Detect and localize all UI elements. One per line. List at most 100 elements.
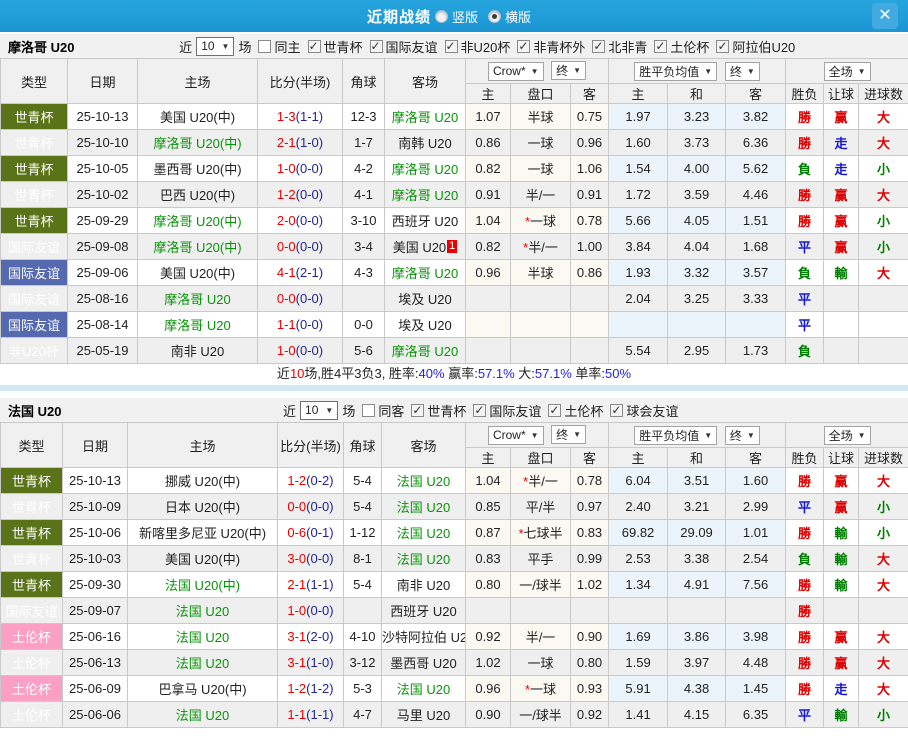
match-type-cell: 世青杯	[1, 104, 68, 130]
crow-home-odds-cell: 1.02	[466, 650, 511, 676]
col-avg-away: 客	[726, 84, 786, 104]
away-team-name: 摩洛哥 U20	[392, 266, 458, 281]
recent-count-select[interactable]: 10▼	[300, 401, 338, 420]
league-label: 非U20杯	[461, 37, 511, 56]
match-date-cell: 25-08-16	[68, 286, 138, 312]
crow-final-select[interactable]: 终▼	[551, 425, 586, 444]
home-team-name: 墨西哥 U20(中)	[153, 162, 241, 177]
col-type: 类型	[1, 59, 68, 104]
avg-draw-cell: 3.21	[668, 494, 726, 520]
league-checkbox[interactable]	[548, 404, 561, 417]
avg-source-select[interactable]: 胜平负均值▼	[634, 62, 717, 81]
same-venue-checkbox[interactable]	[362, 404, 375, 417]
col-avg-home: 主	[609, 448, 668, 468]
handicap-cell	[511, 598, 571, 624]
crow-source-select[interactable]: Crow*▼	[488, 426, 544, 445]
crow-final-select[interactable]: 终▼	[551, 61, 586, 80]
match-row: 世青杯25-10-06新喀里多尼亚 U20(中)0-6(0-1)1-12法国 U…	[1, 520, 908, 546]
league-checkbox[interactable]	[716, 40, 729, 53]
league-checkbox[interactable]	[473, 404, 486, 417]
avg-final-select[interactable]: 终▼	[725, 426, 760, 445]
match-date-cell: 25-10-09	[63, 494, 128, 520]
crow-away-odds-cell: 1.00	[571, 234, 609, 260]
layout-radio[interactable]	[435, 10, 448, 23]
match-date-cell: 25-09-29	[68, 208, 138, 234]
handicap-cell: 一/球半	[511, 572, 571, 598]
chevron-down-icon: ▼	[573, 66, 581, 75]
crow-odds-group: Crow*▼ 终▼	[466, 423, 609, 448]
avg-final-select[interactable]: 终▼	[725, 62, 760, 81]
handicap-result-cell: 輸	[824, 260, 859, 286]
league-checkbox[interactable]	[610, 404, 623, 417]
match-row: 世青杯25-10-09日本 U20(中)0-0(0-0)5-4法国 U200.8…	[1, 494, 908, 520]
crow-home-odds-cell: 0.87	[466, 520, 511, 546]
away-team-cell: 摩洛哥 U20	[385, 338, 466, 364]
league-checkbox[interactable]	[592, 40, 605, 53]
handicap-cell: 半球	[511, 260, 571, 286]
close-button[interactable]: ✕	[872, 3, 898, 29]
col-avg-draw: 和	[668, 448, 726, 468]
avg-home-cell: 3.84	[609, 234, 668, 260]
summary-segment: 40%	[419, 366, 445, 381]
goals-cell: 大	[859, 546, 908, 572]
league-checkbox[interactable]	[308, 40, 321, 53]
result-cell: 勝	[786, 624, 824, 650]
recent-count-value: 10	[201, 39, 214, 53]
scope-select[interactable]: 全场▼	[824, 426, 871, 445]
layout-radio-selected[interactable]	[488, 10, 501, 23]
layout-radio-label[interactable]: 横版	[505, 7, 531, 26]
away-team-name: 马里 U20	[397, 708, 450, 723]
avg-draw-cell: 4.00	[668, 156, 726, 182]
handicap-result-cell: 走	[824, 130, 859, 156]
crow-source-select[interactable]: Crow*▼	[488, 62, 544, 81]
chevron-down-icon: ▼	[573, 430, 581, 439]
match-date-cell: 25-08-14	[68, 312, 138, 338]
close-icon: ✕	[878, 8, 891, 24]
avg-home-cell: 2.04	[609, 286, 668, 312]
crow-final-value: 终	[556, 426, 568, 443]
crow-away-odds-cell: 0.75	[571, 104, 609, 130]
league-label: 世青杯	[427, 401, 466, 420]
fulltime-score: 0-6	[287, 525, 306, 540]
goals-cell: 大	[859, 130, 908, 156]
avg-home-cell: 5.91	[609, 676, 668, 702]
league-checkbox[interactable]	[370, 40, 383, 53]
match-type-cell: 非U20杯	[1, 338, 68, 364]
scope-select[interactable]: 全场▼	[824, 62, 871, 81]
result-cell: 負	[786, 546, 824, 572]
away-team-name: 南韩 U20	[398, 136, 451, 151]
league-checkbox[interactable]	[445, 40, 458, 53]
layout-radio-label[interactable]: 竖版	[452, 7, 478, 26]
league-checkbox[interactable]	[654, 40, 667, 53]
league-checkbox[interactable]	[517, 40, 530, 53]
section-morocco-u20: 摩洛哥 U20 近10▼场同主世青杯国际友谊非U20杯非青杯外北非青土伦杯阿拉伯…	[0, 34, 908, 384]
match-type-cell: 国际友谊	[1, 234, 68, 260]
recent-count-select[interactable]: 10▼	[196, 37, 234, 56]
home-team-cell: 法国 U20	[128, 624, 278, 650]
col-handicap: 盘口	[511, 84, 571, 104]
crow-home-odds-cell: 0.82	[466, 156, 511, 182]
avg-away-cell: 3.82	[726, 104, 786, 130]
score-cell: 4-1(2-1)	[258, 260, 343, 286]
home-team-cell: 法国 U20	[128, 650, 278, 676]
score-cell: 1-2(0-0)	[258, 182, 343, 208]
home-team-cell: 新喀里多尼亚 U20(中)	[128, 520, 278, 546]
handicap-result-cell	[824, 286, 859, 312]
summary-segment: 单率:	[572, 366, 605, 381]
home-team-name: 巴西 U20(中)	[160, 188, 235, 203]
result-cell: 平	[786, 494, 824, 520]
match-type-cell: 国际友谊	[1, 260, 68, 286]
halftime-score: (0-2)	[306, 473, 333, 488]
avg-away-cell: 3.98	[726, 624, 786, 650]
away-team-name: 沙特阿拉伯 U23	[382, 630, 466, 645]
away-team-name: 法国 U20	[397, 474, 450, 489]
goals-cell: 大	[859, 468, 908, 494]
crow-away-odds-cell: 0.91	[571, 182, 609, 208]
col-odds-home: 主	[466, 84, 511, 104]
avg-source-select[interactable]: 胜平负均值▼	[634, 426, 717, 445]
same-venue-checkbox[interactable]	[258, 40, 271, 53]
crow-home-odds-cell: 0.83	[466, 546, 511, 572]
league-checkbox[interactable]	[411, 404, 424, 417]
match-date-cell: 25-10-03	[63, 546, 128, 572]
handicap-result-cell	[824, 598, 859, 624]
